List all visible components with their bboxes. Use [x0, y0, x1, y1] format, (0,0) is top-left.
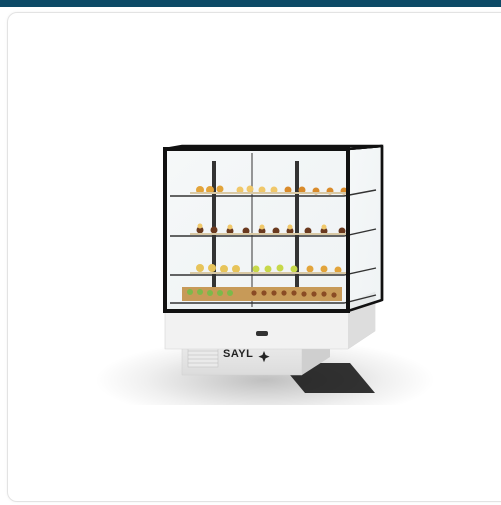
display-case-image: SAYL: [95, 144, 435, 405]
glass-case: [163, 144, 384, 313]
pastry-tray-4: [182, 287, 342, 301]
top-bar: [0, 0, 501, 7]
brand-logo: SAYL: [223, 348, 253, 360]
handle: [256, 331, 268, 336]
